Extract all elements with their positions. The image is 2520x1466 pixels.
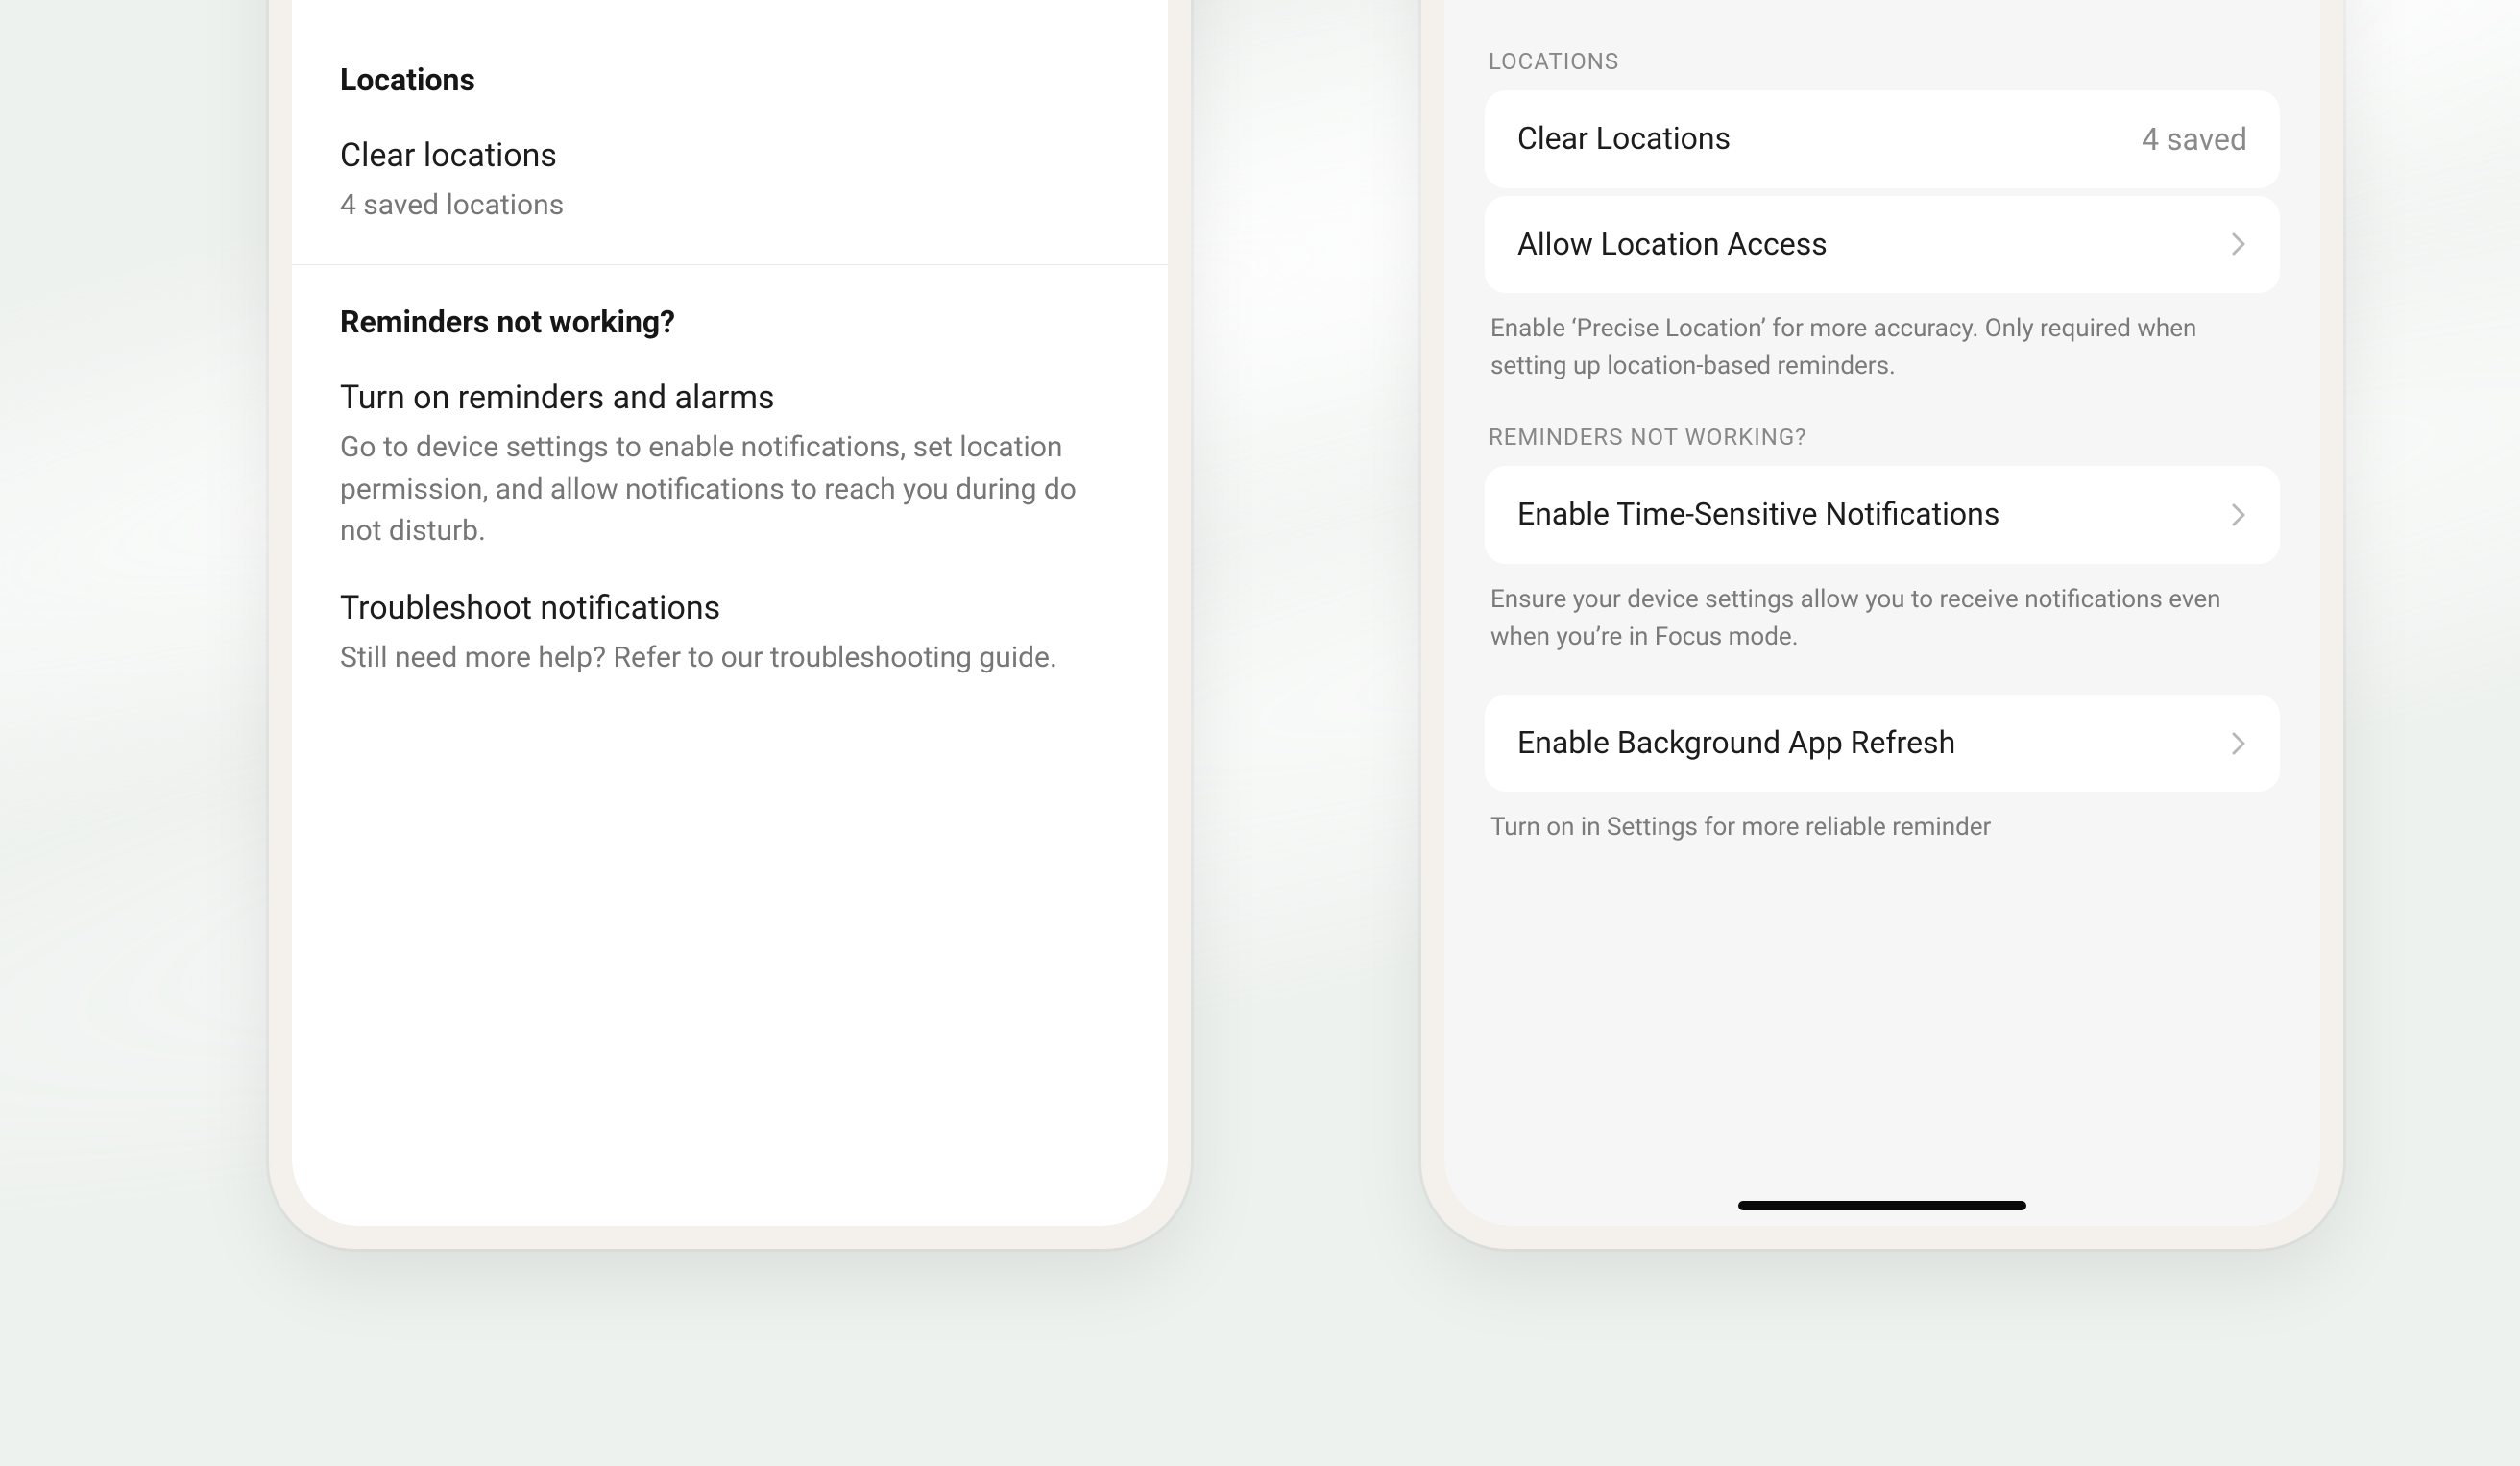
row-label: Enable Background App Refresh — [1517, 723, 2211, 764]
row-label: Enable Time-Sensitive Notifications — [1517, 495, 2211, 535]
android-section-reminders: Reminders not working? Turn on reminders… — [292, 264, 1168, 717]
section-footer: Ensure your device settings allow you to… — [1490, 581, 2274, 656]
enable-time-sensitive-row[interactable]: Enable Time-Sensitive Notifications — [1485, 466, 2280, 564]
turn-on-reminders-item[interactable]: Turn on reminders and alarms Go to devic… — [340, 377, 1120, 551]
android-phone-frame: Locations Clear locations 4 saved locati… — [269, 0, 1191, 1249]
chevron-right-icon — [2230, 231, 2247, 257]
section-header: LOCATIONS — [1489, 48, 2280, 75]
troubleshoot-notifications-item[interactable]: Troubleshoot notifications Still need mo… — [340, 587, 1120, 678]
home-indicator[interactable] — [1738, 1201, 2026, 1210]
section-title: Reminders not working? — [340, 304, 1120, 340]
row-label: Allow Location Access — [1517, 225, 2211, 265]
setting-item-title: Turn on reminders and alarms — [340, 377, 1120, 421]
setting-item-title: Clear locations — [340, 134, 1120, 179]
ios-group-reminders: REMINDERS NOT WORKING? Enable Time-Sensi… — [1485, 424, 2280, 656]
clear-locations-row[interactable]: Clear Locations 4 saved — [1485, 90, 2280, 188]
android-section-locations: Locations Clear locations 4 saved locati… — [292, 23, 1168, 264]
clear-locations-item[interactable]: Clear locations 4 saved locations — [340, 134, 1120, 226]
setting-item-subtitle: Still need more help? Refer to our troub… — [340, 637, 1120, 679]
row-label: Clear Locations — [1517, 119, 2122, 159]
section-header: REMINDERS NOT WORKING? — [1489, 424, 2280, 451]
setting-item-title: Troubleshoot notifications — [340, 587, 1120, 631]
ios-group-location-access: Allow Location Access Enable ‘Precise Lo… — [1485, 196, 2280, 386]
ios-settings-screen: LOCATIONS Clear Locations 4 saved Allow … — [1444, 0, 2320, 1226]
enable-background-refresh-row[interactable]: Enable Background App Refresh — [1485, 695, 2280, 793]
allow-location-access-row[interactable]: Allow Location Access — [1485, 196, 2280, 294]
setting-item-subtitle: Go to device settings to enable notifica… — [340, 427, 1120, 552]
chevron-right-icon — [2230, 501, 2247, 528]
setting-item-subtitle: 4 saved locations — [340, 184, 1120, 227]
ios-group-background-refresh: Enable Background App Refresh Turn on in… — [1485, 695, 2280, 847]
ios-phone-frame: LOCATIONS Clear Locations 4 saved Allow … — [1421, 0, 2343, 1249]
row-value: 4 saved — [2142, 121, 2247, 158]
ios-group-locations: LOCATIONS Clear Locations 4 saved — [1485, 48, 2280, 188]
section-title: Locations — [340, 61, 1120, 98]
chevron-right-icon — [2230, 730, 2247, 757]
section-footer: Turn on in Settings for more reliable re… — [1490, 809, 2274, 846]
section-footer: Enable ‘Precise Location’ for more accur… — [1490, 310, 2274, 385]
android-settings-screen: Locations Clear locations 4 saved locati… — [292, 0, 1168, 1226]
